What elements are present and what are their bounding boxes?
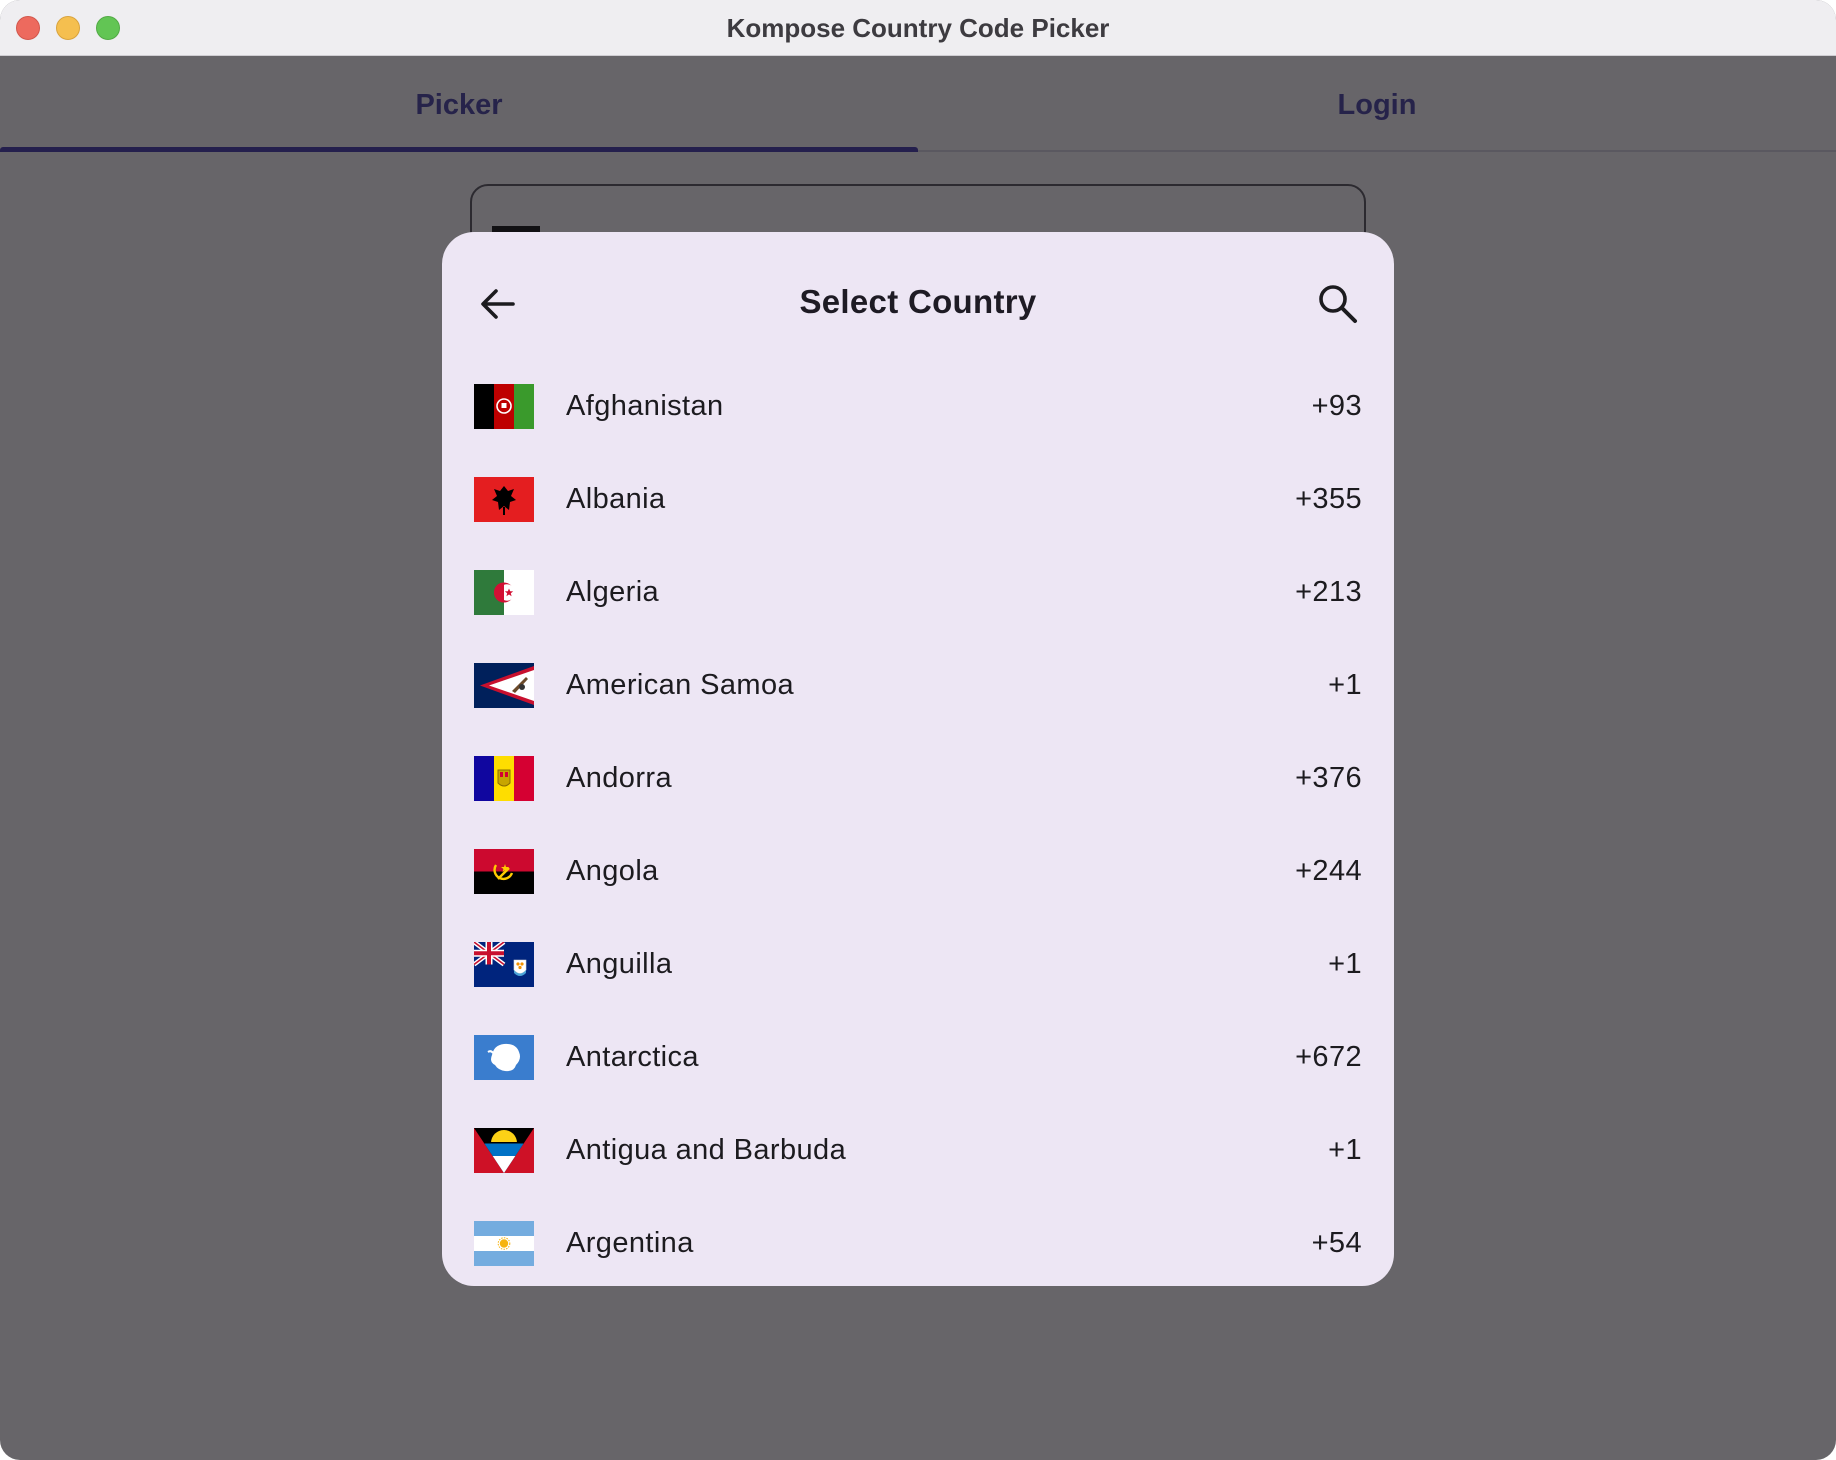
country-name: Antigua and Barbuda [566, 1134, 847, 1166]
country-row-antigua-and-barbuda[interactable]: Antigua and Barbuda +1 [442, 1104, 1394, 1197]
country-code: +1 [1328, 948, 1362, 980]
country-code: +213 [1295, 576, 1362, 608]
tab-picker[interactable]: Picker [0, 56, 918, 150]
country-code: +672 [1295, 1041, 1362, 1073]
country-row-algeria[interactable]: Algeria +213 [442, 546, 1394, 639]
country-code: +355 [1295, 483, 1362, 515]
country-name: Antarctica [566, 1041, 699, 1073]
country-code: +54 [1311, 1227, 1362, 1259]
country-row-antarctica[interactable]: Antarctica +672 [442, 1011, 1394, 1104]
country-row-andorra[interactable]: Andorra +376 [442, 732, 1394, 825]
tab-bar: Picker Login [0, 56, 1836, 152]
country-row-afghanistan[interactable]: Afghanistan +93 [442, 360, 1394, 453]
country-row-anguilla[interactable]: Anguilla +1 [442, 918, 1394, 1011]
albania-flag-icon [474, 477, 534, 522]
tab-login[interactable]: Login [918, 56, 1836, 150]
country-code: +93 [1311, 390, 1362, 422]
andorra-flag-icon [474, 756, 534, 801]
country-code: +376 [1295, 762, 1362, 794]
country-picker-dialog: Select Country Afghanistan +93 Albania +… [442, 232, 1394, 1286]
app-window: Kompose Country Code Picker Picker Login… [0, 0, 1836, 1460]
title-bar: Kompose Country Code Picker [0, 0, 1836, 56]
country-name: Algeria [566, 576, 660, 608]
country-code: +244 [1295, 855, 1362, 887]
country-code: +1 [1328, 669, 1362, 701]
angola-flag-icon [474, 849, 534, 894]
country-row-argentina[interactable]: Argentina +54 [442, 1197, 1394, 1286]
tab-indicator [0, 147, 918, 152]
search-icon [1319, 285, 1357, 323]
anguilla-flag-icon [474, 942, 534, 987]
search-button[interactable] [1310, 276, 1366, 332]
american-samoa-flag-icon [474, 663, 534, 708]
country-name: Afghanistan [566, 390, 724, 422]
antarctica-flag-icon [474, 1035, 534, 1080]
afghanistan-flag-icon [474, 384, 534, 429]
country-row-american-samoa[interactable]: American Samoa +1 [442, 639, 1394, 732]
antigua-and-barbuda-flag-icon [474, 1128, 534, 1173]
country-name: Angola [566, 855, 659, 887]
argentina-flag-icon [474, 1221, 534, 1266]
country-row-albania[interactable]: Albania +355 [442, 453, 1394, 546]
country-code: +1 [1328, 1134, 1362, 1166]
country-name: American Samoa [566, 669, 795, 701]
dialog-title: Select Country [799, 283, 1037, 320]
country-name: Argentina [566, 1227, 694, 1259]
algeria-flag-icon [474, 570, 534, 615]
country-name: Anguilla [566, 948, 673, 980]
country-list: Afghanistan +93 Albania +355 Algeria +21… [442, 360, 1394, 1286]
country-name: Andorra [566, 762, 672, 794]
window-title: Kompose Country Code Picker [726, 13, 1110, 43]
country-row-angola[interactable]: Angola +244 [442, 825, 1394, 918]
country-name: Albania [566, 483, 666, 515]
